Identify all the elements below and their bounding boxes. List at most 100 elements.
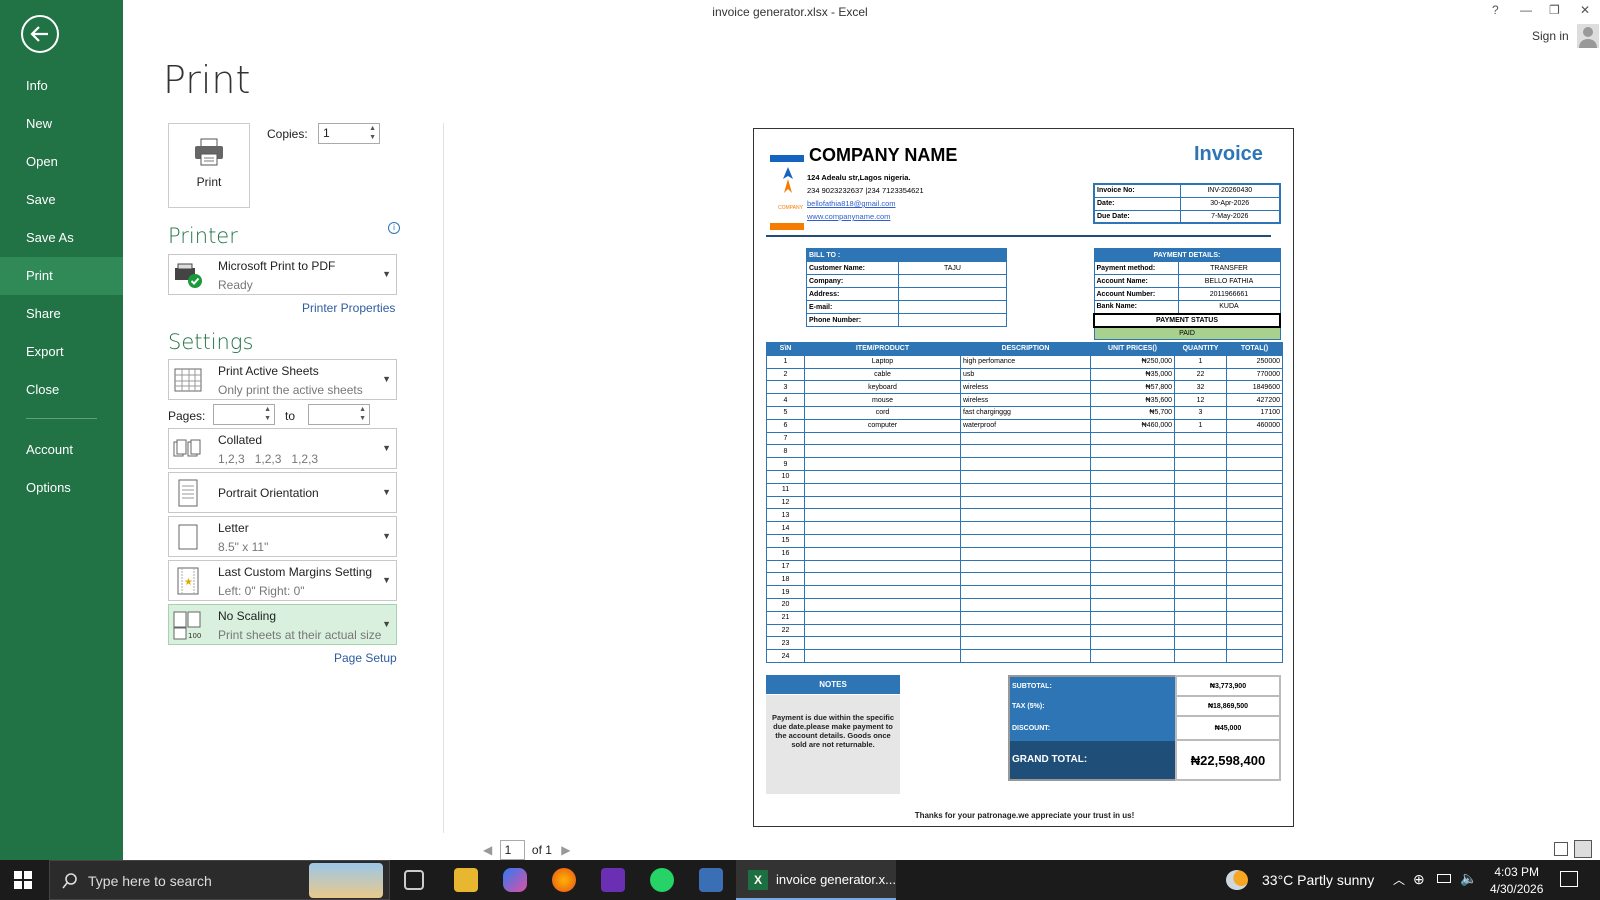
info-icon[interactable]: i xyxy=(388,222,400,234)
taskbar: Type here to search X invoice generator.… xyxy=(0,860,1600,900)
file-explorer-icon[interactable] xyxy=(454,868,478,892)
svg-text:★: ★ xyxy=(184,577,193,588)
table-row: 9 xyxy=(766,457,1283,471)
zoom-to-page-icon[interactable] xyxy=(1574,840,1592,858)
print-what-select[interactable]: Print Active Sheets Only print the activ… xyxy=(168,359,397,400)
collation-description: 1,2,3 1,2,3 1,2,3 xyxy=(218,452,319,466)
help-icon[interactable]: ? xyxy=(1492,3,1499,17)
bill-to-table: BILL TO : Customer Name: TAJU Company: Ad… xyxy=(806,248,1007,327)
close-icon[interactable]: ✕ xyxy=(1580,3,1590,17)
sidebar-item-account[interactable]: Account xyxy=(0,431,123,469)
sidebar-item-close[interactable]: Close xyxy=(0,371,123,409)
calendar-app-icon[interactable] xyxy=(601,868,625,892)
firefox-icon[interactable] xyxy=(552,868,576,892)
pages-from-input[interactable]: ▲ ▼ xyxy=(213,404,275,425)
volume-icon[interactable]: 🔈 xyxy=(1460,870,1477,887)
whatsapp-icon[interactable] xyxy=(650,868,674,892)
table-row: Customer Name: TAJU xyxy=(806,261,1007,275)
table-row: 16 xyxy=(766,546,1283,561)
stepper-arrows-icon[interactable]: ▲ ▼ xyxy=(264,405,271,423)
collation-select[interactable]: Collated 1,2,3 1,2,3 1,2,3 ▼ xyxy=(168,428,397,469)
taskbar-search-box[interactable]: Type here to search xyxy=(49,860,390,900)
previous-page-icon[interactable]: ◀ xyxy=(483,843,492,857)
next-page-icon[interactable]: ▶ xyxy=(561,843,570,857)
task-view-icon[interactable] xyxy=(404,870,424,890)
taskbar-excel-window[interactable]: X invoice generator.x... xyxy=(736,860,896,900)
sidebar-item-open[interactable]: Open xyxy=(0,143,123,181)
globe-icon[interactable]: ⊕ xyxy=(1413,871,1425,888)
stepper-arrows-icon[interactable]: ▲ ▼ xyxy=(369,124,376,142)
search-placeholder: Type here to search xyxy=(88,873,212,889)
scaling-icon: 100 xyxy=(173,611,201,640)
sidebar-item-options[interactable]: Options xyxy=(0,469,123,507)
sidebar-item-save-as[interactable]: Save As xyxy=(0,219,123,257)
search-icon xyxy=(62,873,77,889)
scaling-description: Print sheets at their actual size xyxy=(218,628,382,642)
avatar[interactable] xyxy=(1577,24,1599,48)
table-row: 15 xyxy=(766,533,1283,548)
copilot-icon[interactable] xyxy=(503,868,527,892)
copies-label: Copies: xyxy=(267,127,308,141)
table-row: 10 xyxy=(766,469,1283,484)
paper-size-select[interactable]: Letter 8.5" x 11" ▼ xyxy=(168,516,397,557)
backstage-sidebar: Info New Open Save Save As Print Share E… xyxy=(0,0,123,860)
totals-table: SUBTOTAL: ₦3,773,900 TAX (5%): ₦18,869,500… xyxy=(1008,675,1281,781)
chevron-up-icon[interactable]: ︿ xyxy=(1393,871,1405,888)
table-row: Due Date: 7-May-2026 xyxy=(1093,209,1281,224)
page-setup-link[interactable]: Page Setup xyxy=(334,651,397,665)
table-row: GRAND TOTAL: ₦22,598,400 xyxy=(1008,739,1281,781)
scaling-select[interactable]: 100 No Scaling Print sheets at their act… xyxy=(168,604,397,645)
sidebar-item-share[interactable]: Share xyxy=(0,295,123,333)
battery-icon[interactable] xyxy=(1437,874,1451,883)
remote-desktop-icon[interactable] xyxy=(699,868,723,892)
weather-icon[interactable] xyxy=(1226,870,1248,890)
orientation-select[interactable]: Portrait Orientation ▼ xyxy=(168,472,397,513)
excel-backstage-print: Info New Open Save Save As Print Share E… xyxy=(0,0,1600,900)
windows-start-icon[interactable] xyxy=(14,871,32,889)
table-row: 19 xyxy=(766,585,1283,599)
margins-select[interactable]: ★ Last Custom Margins Setting Left: 0" R… xyxy=(168,560,397,601)
window-title: invoice generator.xlsx - Excel xyxy=(712,5,868,19)
table-row: 7 xyxy=(766,431,1283,446)
sidebar-divider xyxy=(26,418,97,419)
pages-to-input[interactable]: ▲ ▼ xyxy=(308,404,370,425)
settings-heading: Settings xyxy=(168,330,254,354)
sidebar-item-export[interactable]: Export xyxy=(0,333,123,371)
show-margins-icon[interactable] xyxy=(1554,842,1568,856)
sign-in-link[interactable]: Sign in xyxy=(1532,29,1569,43)
table-row: 1 Laptop high perfomance ₦250,000 1 250000 xyxy=(766,354,1283,369)
printer-properties-link[interactable]: Printer Properties xyxy=(302,301,395,315)
stepper-arrows-icon[interactable]: ▲ ▼ xyxy=(359,405,366,423)
sidebar-item-info[interactable]: Info xyxy=(0,67,123,105)
copies-stepper[interactable]: 1 ▲ ▼ xyxy=(318,123,380,144)
printer-icon xyxy=(195,138,223,166)
copies-value: 1 xyxy=(323,126,330,140)
minimize-icon[interactable]: — xyxy=(1520,3,1532,17)
sidebar-item-save[interactable]: Save xyxy=(0,181,123,219)
sidebar-item-new[interactable]: New xyxy=(0,105,123,143)
page-title: Print xyxy=(163,58,251,102)
sheet-grid-icon xyxy=(174,368,202,392)
table-row: 21 xyxy=(766,610,1283,625)
printer-name: Microsoft Print to PDF xyxy=(218,259,336,273)
table-row: Company: xyxy=(806,274,1007,288)
table-row: 5 cord fast charginggg ₦5,700 3 17100 xyxy=(766,405,1283,420)
notifications-icon[interactable] xyxy=(1560,871,1578,887)
table-row: E-mail: xyxy=(806,300,1007,314)
company-name: COMPANY NAME xyxy=(809,145,958,165)
orientation-value: Portrait Orientation xyxy=(218,486,319,500)
weather-text[interactable]: 33°C Partly sunny xyxy=(1262,872,1374,888)
chevron-down-icon: ▼ xyxy=(382,269,391,279)
back-arrow-icon[interactable] xyxy=(21,15,59,53)
taskbar-clock[interactable]: 4:03 PM 4/30/2026 xyxy=(1490,864,1543,898)
taskbar-excel-label: invoice generator.x... xyxy=(776,872,896,887)
print-what-value: Print Active Sheets xyxy=(218,364,319,378)
clock-date: 4/30/2026 xyxy=(1490,882,1544,896)
restore-icon[interactable]: ❐ xyxy=(1549,3,1560,17)
printer-select[interactable]: Microsoft Print to PDF Ready ▼ xyxy=(168,254,397,295)
current-page-input[interactable]: 1 xyxy=(499,840,525,860)
table-row: Bank Name: KUDA xyxy=(1093,300,1281,314)
printer-ready-icon xyxy=(175,263,202,288)
sidebar-item-print[interactable]: Print xyxy=(0,257,123,295)
print-button[interactable]: Print xyxy=(168,123,250,208)
